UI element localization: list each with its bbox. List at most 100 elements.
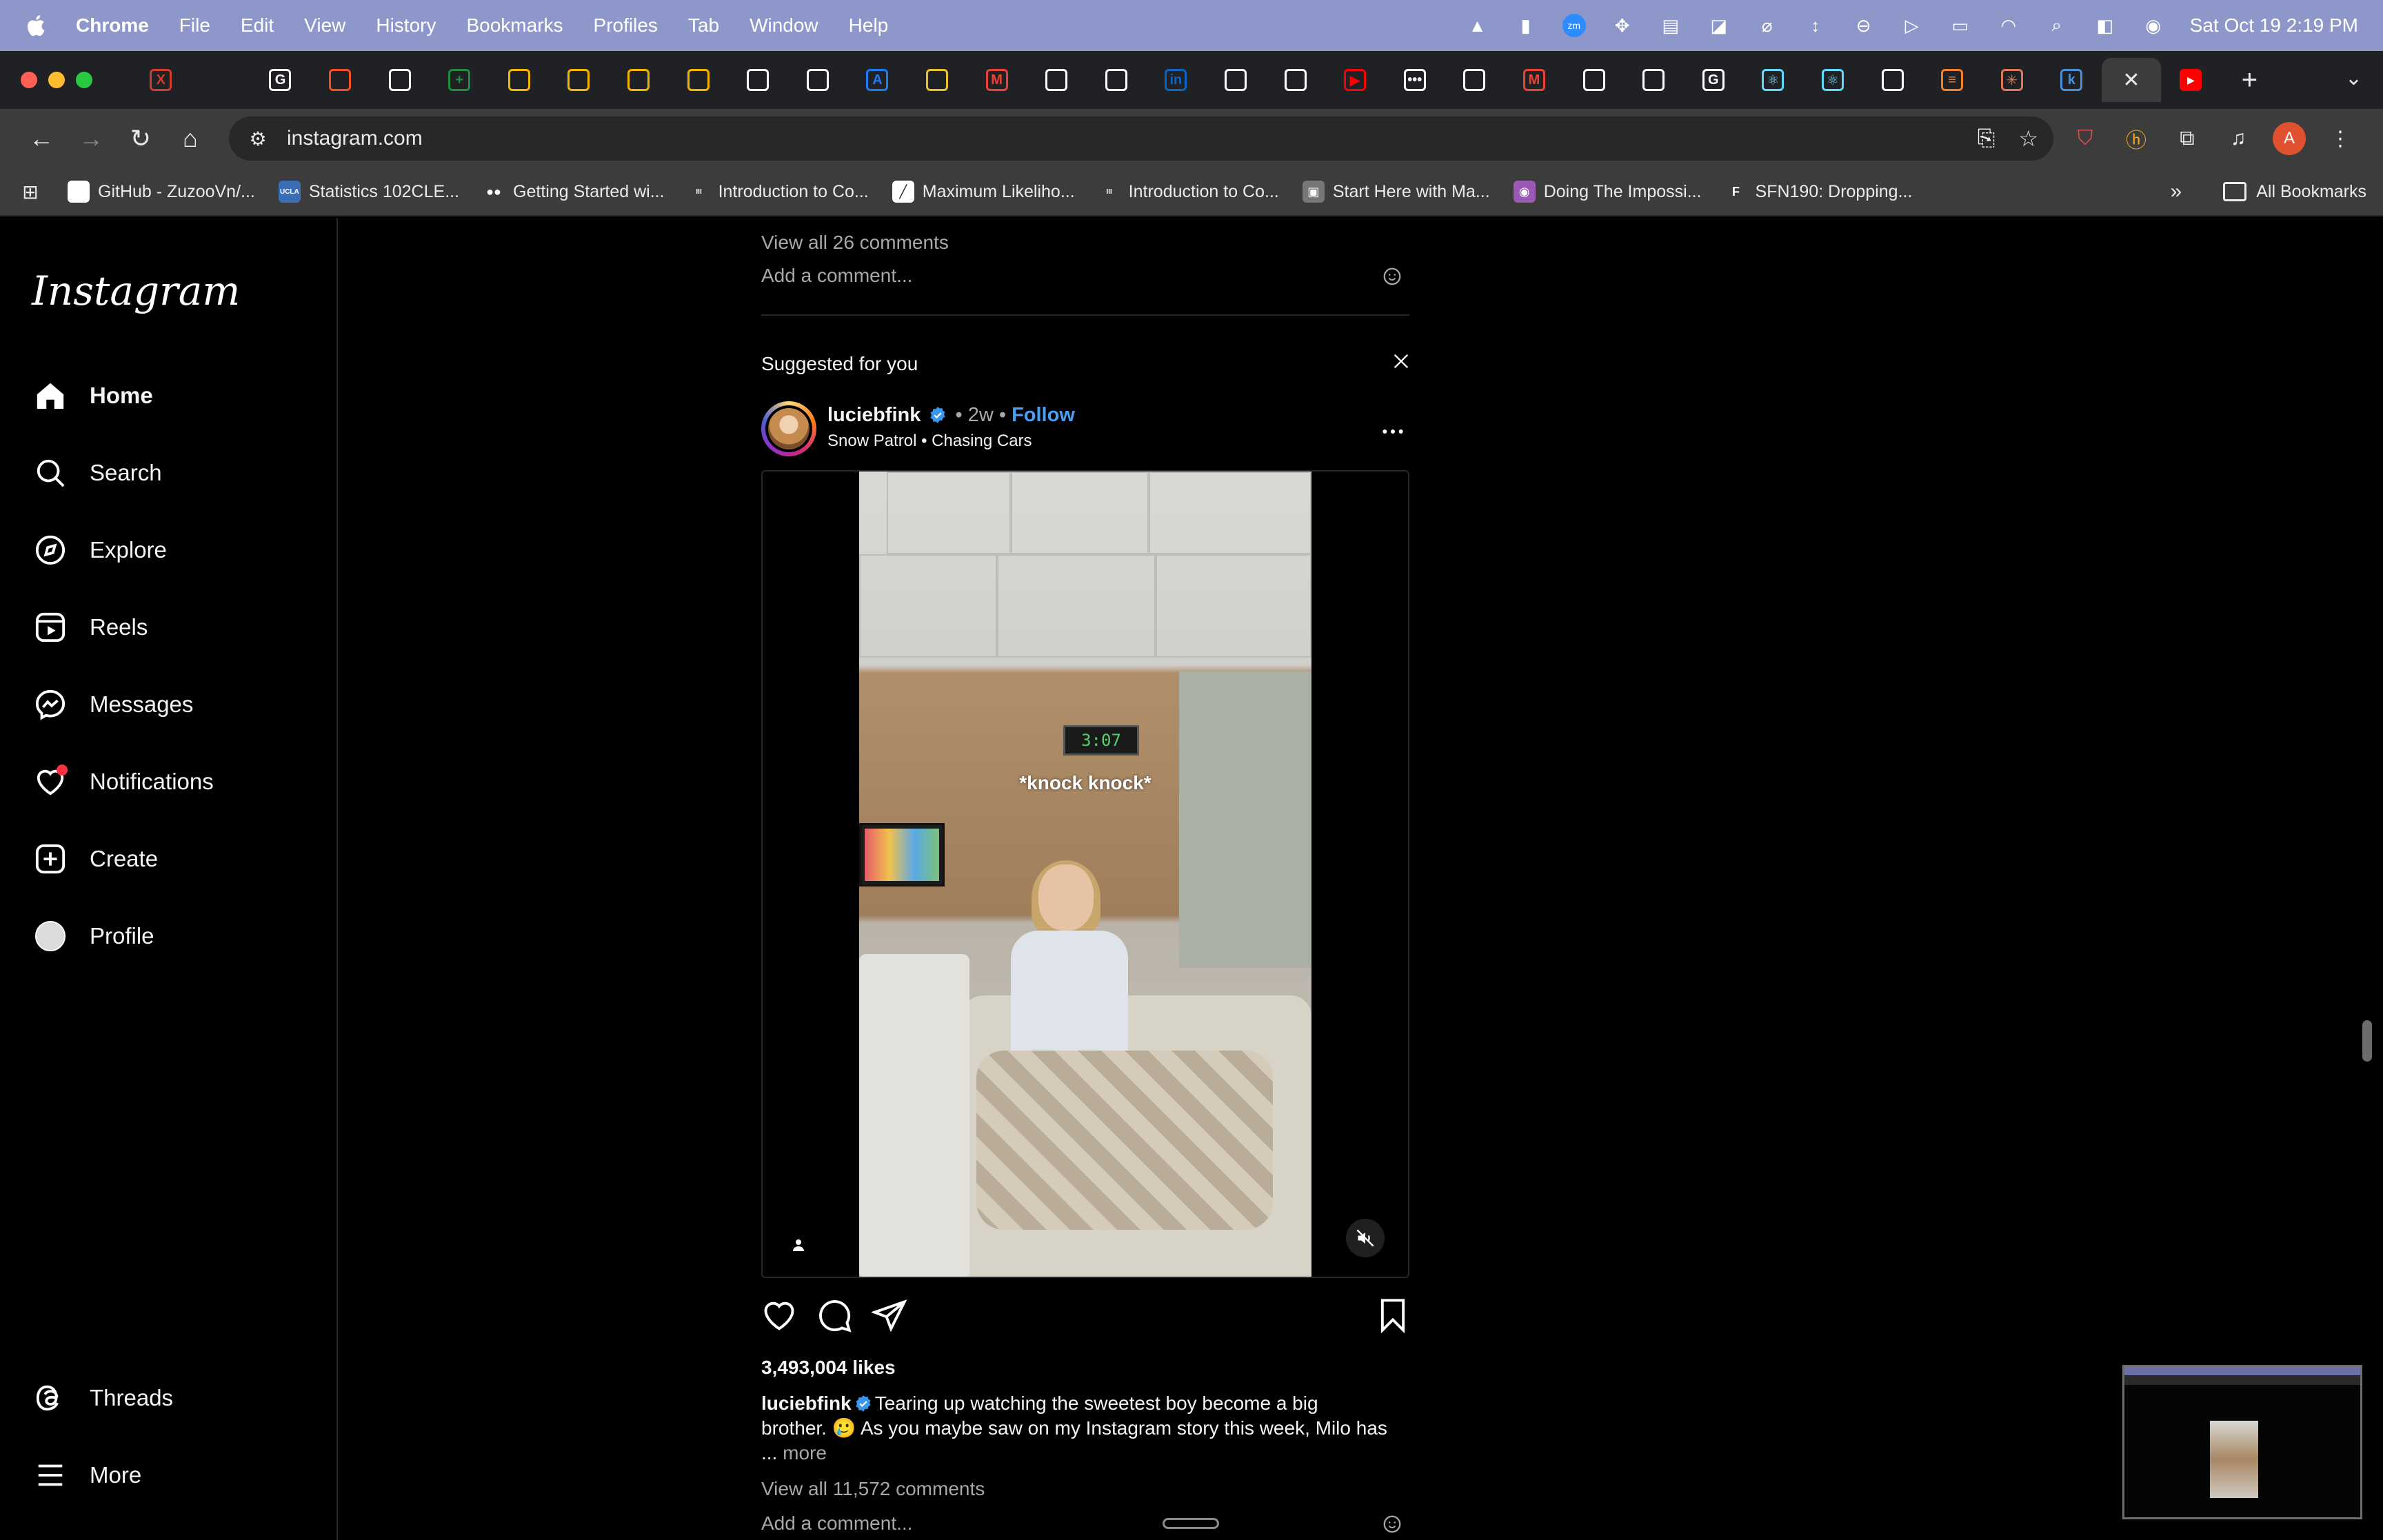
chrome-menu-icon[interactable]: ⋮	[2321, 119, 2360, 158]
zoom-window-button[interactable]	[76, 72, 92, 88]
drone-icon[interactable]: ✥	[1611, 14, 1634, 37]
post-media[interactable]: 3:07 *knock knock*	[761, 470, 1409, 1278]
browser-tab[interactable]	[788, 58, 848, 102]
play-circle-icon[interactable]: ▷	[1900, 14, 1924, 37]
bookmark-item[interactable]: ▣ Start Here with Ma...	[1302, 181, 1490, 203]
share-send-icon[interactable]	[872, 1297, 907, 1333]
bookmark-item[interactable]: ◉ Doing The Impossi...	[1513, 181, 1702, 203]
spotlight-search-icon[interactable]: ⌕	[2045, 14, 2069, 37]
browser-tab[interactable]	[907, 58, 967, 102]
nav-more[interactable]: More	[33, 1455, 141, 1496]
extensions-puzzle-icon[interactable]: ⧉	[2168, 119, 2206, 158]
browser-tab[interactable]: •••	[1385, 58, 1445, 102]
browser-tab[interactable]: A	[847, 58, 907, 102]
browser-tab[interactable]	[1027, 58, 1087, 102]
bookmark-item[interactable]: UCLA Statistics 102CLE...	[278, 181, 459, 203]
prev-post-comment-input[interactable]: Add a comment...	[761, 263, 912, 288]
zoom-icon[interactable]: zm	[1562, 14, 1586, 37]
minus-circle-icon[interactable]: ⊖	[1852, 14, 1876, 37]
browser-tab[interactable]	[490, 58, 550, 102]
emoji-icon[interactable]	[1382, 266, 1402, 287]
close-window-button[interactable]	[21, 72, 37, 88]
nav-profile[interactable]: Profile	[33, 915, 154, 957]
apps-grid-icon[interactable]: ⊞	[17, 178, 44, 205]
view-all-comments-link[interactable]: View all 11,572 comments	[761, 1477, 985, 1501]
all-bookmarks-button[interactable]: All Bookmarks	[2223, 182, 2366, 202]
bookmark-item[interactable]: ●● Getting Started wi...	[483, 181, 665, 203]
instagram-logo[interactable]: Instagram	[32, 267, 240, 314]
apple-logo-icon[interactable]	[25, 13, 46, 38]
menu-file[interactable]: File	[179, 14, 210, 37]
more-bookmarks-button[interactable]: »	[2171, 180, 2182, 203]
nav-explore[interactable]: Explore	[33, 529, 167, 571]
profile-avatar-button[interactable]: A	[2273, 122, 2306, 155]
follow-button[interactable]: Follow	[1012, 404, 1075, 426]
browser-tab[interactable]	[549, 58, 609, 102]
comment-bubble-icon[interactable]	[816, 1297, 852, 1333]
menu-bookmarks[interactable]: Bookmarks	[466, 14, 563, 37]
address-bar[interactable]: ⚙ instagram.com ⎘ ☆	[229, 116, 2053, 161]
browser-tab[interactable]	[370, 58, 430, 102]
browser-tab[interactable]: ▶	[1325, 58, 1385, 102]
caption-more-link[interactable]: more	[783, 1442, 827, 1463]
honey-extension-icon[interactable]: ⓗ	[2117, 119, 2155, 158]
browser-tab[interactable]: ✺	[191, 58, 251, 102]
siri-icon[interactable]: ◉	[2142, 14, 2165, 37]
browser-tab[interactable]	[728, 58, 788, 102]
browser-tab[interactable]: k	[2042, 58, 2102, 102]
bookmark-item[interactable]: III Introduction to Co...	[687, 181, 869, 203]
post-time[interactable]: 2w	[968, 404, 994, 426]
menu-history[interactable]: History	[376, 14, 436, 37]
image-capture-icon[interactable]: ◪	[1707, 14, 1731, 37]
like-heart-icon[interactable]	[761, 1297, 797, 1333]
browser-tab[interactable]: M	[1505, 58, 1565, 102]
home-button[interactable]: ⌂	[165, 118, 215, 159]
bookmark-item[interactable]: F SFN190: Dropping...	[1725, 181, 1912, 203]
menu-view[interactable]: View	[304, 14, 345, 37]
minimize-window-button[interactable]	[48, 72, 65, 88]
back-button[interactable]: ←	[17, 118, 66, 159]
browser-tab[interactable]	[1206, 58, 1266, 102]
prev-post-view-comments[interactable]: View all 26 comments	[761, 230, 949, 255]
menu-help[interactable]: Help	[849, 14, 889, 37]
story-ring-avatar[interactable]	[761, 401, 816, 456]
browser-tab[interactable]: G	[1683, 58, 1743, 102]
site-settings-icon[interactable]: ⚙	[244, 125, 272, 152]
close-tab-icon[interactable]: ✕	[2122, 68, 2140, 92]
nav-create[interactable]: Create	[33, 838, 158, 880]
post-username[interactable]: luciebfink	[827, 404, 921, 426]
audio-levels-icon[interactable]: ▮	[1514, 14, 1538, 37]
save-bookmark-icon[interactable]	[1375, 1297, 1411, 1333]
browser-tab[interactable]	[668, 58, 728, 102]
reel-video[interactable]: 3:07 *knock knock*	[859, 472, 1311, 1277]
dismiss-suggestion-close-icon[interactable]	[1391, 352, 1411, 371]
menu-window[interactable]: Window	[750, 14, 818, 37]
menu-edit[interactable]: Edit	[241, 14, 274, 37]
browser-tab[interactable]	[1445, 58, 1505, 102]
likes-count[interactable]: 3,493,004 likes	[761, 1355, 896, 1380]
paperclip-icon[interactable]: ⌀	[1756, 14, 1779, 37]
audio-line[interactable]: Snow Patrol • Chasing Cars	[827, 432, 1032, 451]
nav-messages[interactable]: Messages	[33, 684, 193, 725]
nav-reels[interactable]: Reels	[33, 607, 148, 648]
shield-extension-icon[interactable]: ⛉	[2066, 119, 2104, 158]
bookmark-item[interactable]: III Introduction to Co...	[1098, 181, 1279, 203]
browser-tab[interactable]: G	[250, 58, 310, 102]
browser-tab[interactable]: ✳	[1982, 58, 2042, 102]
browser-tab[interactable]: X	[131, 58, 191, 102]
browser-tab[interactable]: ⚛	[1743, 58, 1803, 102]
browser-tab[interactable]	[310, 58, 370, 102]
reload-button[interactable]: ↻	[116, 118, 165, 159]
browser-tab[interactable]: M	[967, 58, 1027, 102]
browser-tab[interactable]	[1564, 58, 1624, 102]
caption-username[interactable]: luciebfink	[761, 1392, 852, 1414]
menu-tab[interactable]: Tab	[688, 14, 719, 37]
control-center-icon[interactable]: ◧	[2093, 14, 2117, 37]
media-controls-icon[interactable]: ♫	[2219, 119, 2258, 158]
browser-tab[interactable]: ≡	[1922, 58, 1982, 102]
emoji-icon[interactable]	[1382, 1514, 1402, 1534]
page-scrollbar[interactable]	[2362, 1020, 2372, 1062]
address-url[interactable]: instagram.com	[287, 127, 423, 150]
bookmark-star-icon[interactable]: ☆	[2018, 125, 2038, 152]
scroll-handle[interactable]	[1163, 1518, 1219, 1529]
